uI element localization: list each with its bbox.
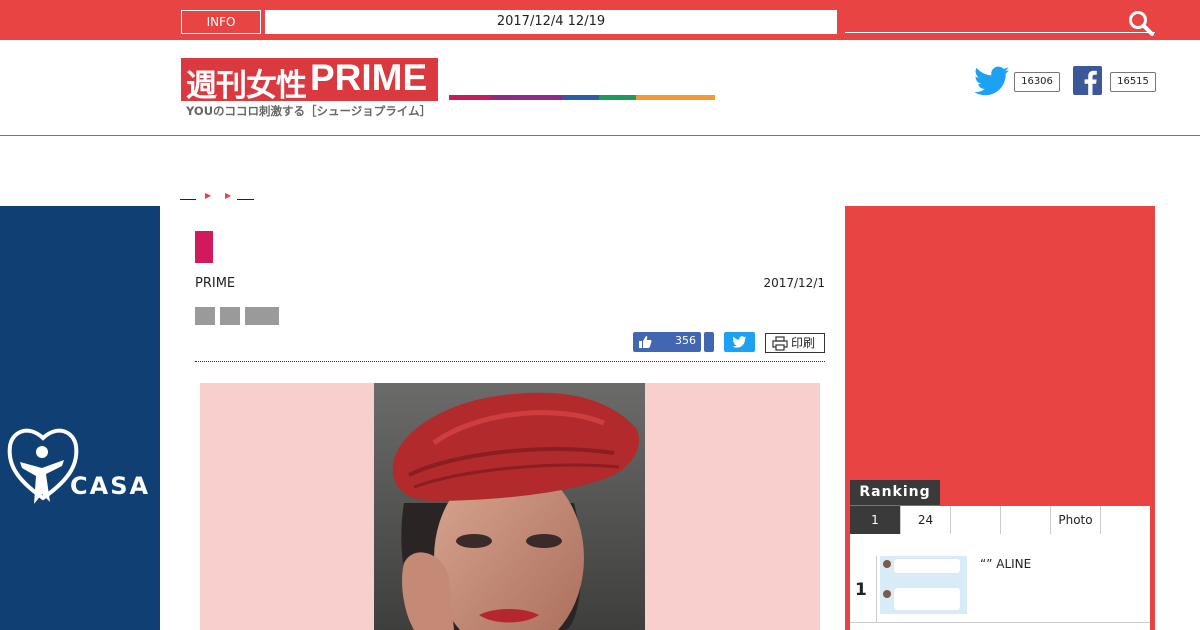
category-marker [195,231,213,263]
datetime-display: 2017/12/4 12/19 [265,10,837,34]
twitter-bird-icon [732,336,747,348]
site-header: 週刊女性 PRIME YOUのココロ刺激する［シュージョプライム］ 16306 … [0,40,1200,136]
article-date: 2017/12/1 [763,276,825,290]
logo-jp-text: 週刊女性 [186,68,307,104]
article-photo[interactable] [374,383,645,630]
tag-chip[interactable] [220,307,240,325]
ranking-tab-6[interactable] [1101,506,1150,534]
top-bar: INFO 2017/12/4 12/19 [0,0,1200,40]
facebook-icon[interactable] [1073,66,1102,95]
twitter-icon[interactable] [974,66,1010,96]
divider [195,361,825,362]
print-button[interactable]: 印刷 [765,333,825,353]
ranking-tab-3[interactable] [951,506,1001,534]
print-label: 印刷 [791,336,816,350]
ranking-tab-2[interactable]: 24 [901,506,951,534]
color-stripe-2 [491,95,563,100]
tagline: YOUのココロ刺激する［シュージョプライム］ [186,104,432,118]
article-source: PRIME [195,276,236,291]
printer-icon [772,336,788,351]
breadcrumb: ▶ ▶ [180,189,260,203]
left-advertisement[interactable] [0,206,160,630]
divider [876,556,877,622]
facebook-count: 16515 [1110,72,1156,92]
divider [850,622,1150,623]
color-stripe-4 [599,95,636,100]
ranking-title: Ranking [850,480,940,505]
color-stripe-3 [563,95,599,100]
ranking-thumbnail[interactable] [880,556,967,614]
twitter-count: 16306 [1014,72,1060,92]
ranking-number: 1 [855,580,867,600]
ranking-tab-1[interactable]: 1 [850,506,901,534]
info-button[interactable]: INFO [181,10,261,34]
breadcrumb-link-home[interactable] [180,199,196,200]
search-icon[interactable] [1128,10,1154,36]
breadcrumb-arrow-icon: ▶ [205,191,212,200]
tweet-button[interactable] [724,332,755,352]
breadcrumb-link-current[interactable] [237,199,254,200]
thumbs-up-icon [639,336,652,348]
logo-prime-text: PRIME [310,57,428,98]
tag-chip[interactable] [245,307,279,325]
search-input[interactable] [845,32,1155,33]
casa-brand-text: CASA [70,472,151,500]
ranking-tab-4[interactable] [1001,506,1051,534]
color-stripe-5 [636,95,715,100]
like-count: 356 [675,334,696,347]
color-stripe-1 [449,95,491,100]
breadcrumb-arrow-icon: ▶ [225,191,232,200]
share-count-button[interactable] [704,332,714,352]
casa-heart-logo-icon [7,428,79,504]
ranking-item-title[interactable]: “” ALINE [980,557,1031,571]
ranking-tab-photo[interactable]: Photo [1051,506,1101,534]
tag-chip[interactable] [195,307,215,325]
